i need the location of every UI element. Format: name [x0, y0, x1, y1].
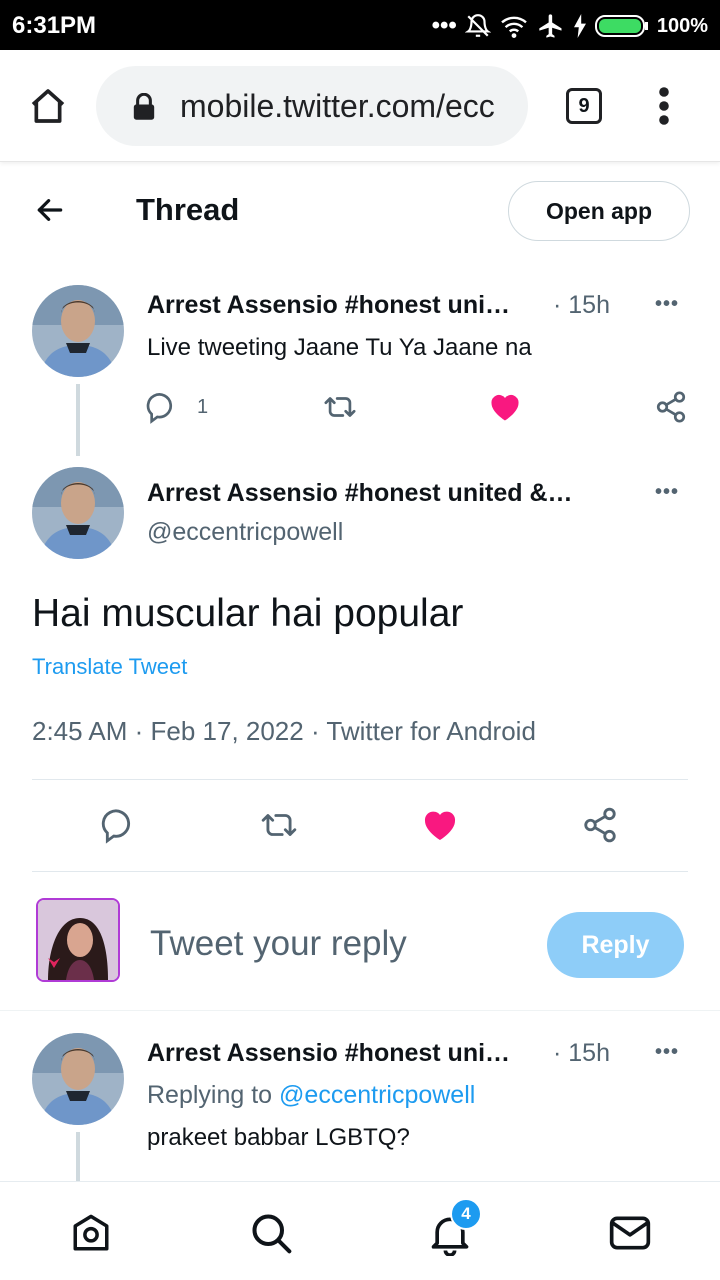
- tweet-time[interactable]: · 15h: [553, 291, 610, 320]
- tweet-meta: 2:45 AM · Feb 17, 2022 · Twitter for And…: [32, 716, 536, 746]
- lock-icon: [133, 93, 155, 120]
- avatar[interactable]: [32, 285, 124, 377]
- divider: [0, 1010, 720, 1011]
- share-icon[interactable]: [654, 390, 688, 424]
- replying-to-handle[interactable]: @eccentricpowell: [279, 1081, 475, 1109]
- share-icon[interactable]: [581, 806, 619, 844]
- tweet-text: Live tweeting Jaane Tu Ya Jaane na: [147, 334, 532, 361]
- open-app-button[interactable]: Open app: [508, 181, 690, 241]
- browser-toolbar: mobile.twitter.com/ecc 9: [0, 50, 720, 162]
- more-options-icon[interactable]: •••: [655, 293, 679, 316]
- reply-input[interactable]: Tweet your reply: [150, 924, 407, 964]
- avatar[interactable]: [32, 1033, 124, 1125]
- airplane-icon: [539, 14, 562, 38]
- dots-icon: •••: [431, 12, 457, 39]
- reply-count: 1: [197, 396, 209, 418]
- divider: [32, 779, 688, 780]
- translate-link[interactable]: Translate Tweet: [32, 654, 187, 680]
- tweet-author-name[interactable]: Arrest Assensio #honest uni…: [147, 1039, 510, 1068]
- tweet-author-handle[interactable]: @eccentricpowell: [147, 518, 343, 547]
- page-title: Thread: [136, 192, 240, 227]
- more-options-icon[interactable]: •••: [655, 1041, 679, 1064]
- like-icon[interactable]: [487, 389, 523, 425]
- tweet-author-name[interactable]: Arrest Assensio #honest united &…: [147, 479, 573, 508]
- retweet-icon[interactable]: [258, 806, 300, 844]
- tweet-text: prakeet babbar LGBTQ?: [147, 1124, 410, 1151]
- home-icon[interactable]: [70, 1212, 112, 1254]
- tweet-text: Hai muscular hai popular: [32, 592, 464, 635]
- replying-to-prefix: Replying to: [147, 1081, 273, 1109]
- retweet-icon[interactable]: [322, 390, 358, 424]
- home-icon[interactable]: [28, 86, 68, 126]
- bell-off-icon: [464, 14, 491, 37]
- reply-button[interactable]: Reply: [547, 912, 684, 978]
- status-bar: 6:31PM ••• 100%: [0, 0, 720, 50]
- messages-icon[interactable]: [608, 1212, 652, 1254]
- charging-icon: [573, 14, 586, 38]
- avatar[interactable]: [32, 467, 124, 559]
- thread-connector: [76, 1132, 80, 1182]
- thread-connector: [76, 384, 80, 456]
- status-time: 6:31PM: [12, 12, 97, 39]
- more-options-icon[interactable]: •••: [655, 481, 679, 504]
- divider: [32, 871, 688, 872]
- my-avatar[interactable]: [36, 898, 120, 982]
- more-vert-icon[interactable]: [652, 86, 676, 126]
- reply-icon[interactable]: [146, 390, 180, 424]
- notification-badge: 4: [450, 1198, 482, 1230]
- tweet-author-name[interactable]: Arrest Assensio #honest uni…: [147, 291, 510, 320]
- status-icons: ••• 100%: [432, 12, 708, 40]
- battery-icon: [594, 15, 648, 37]
- like-icon[interactable]: [420, 805, 460, 845]
- tweet-time[interactable]: · 15h: [553, 1039, 610, 1068]
- back-arrow-icon[interactable]: [34, 194, 66, 226]
- url-text[interactable]: mobile.twitter.com/ecc: [180, 88, 510, 125]
- reply-icon[interactable]: [101, 806, 139, 844]
- search-icon[interactable]: [249, 1211, 293, 1255]
- wifi-icon: [501, 16, 527, 38]
- tab-switcher-button[interactable]: 9: [566, 88, 602, 124]
- replying-to: Replying to @eccentricpowell: [147, 1081, 475, 1110]
- battery-percent: 100%: [656, 14, 708, 37]
